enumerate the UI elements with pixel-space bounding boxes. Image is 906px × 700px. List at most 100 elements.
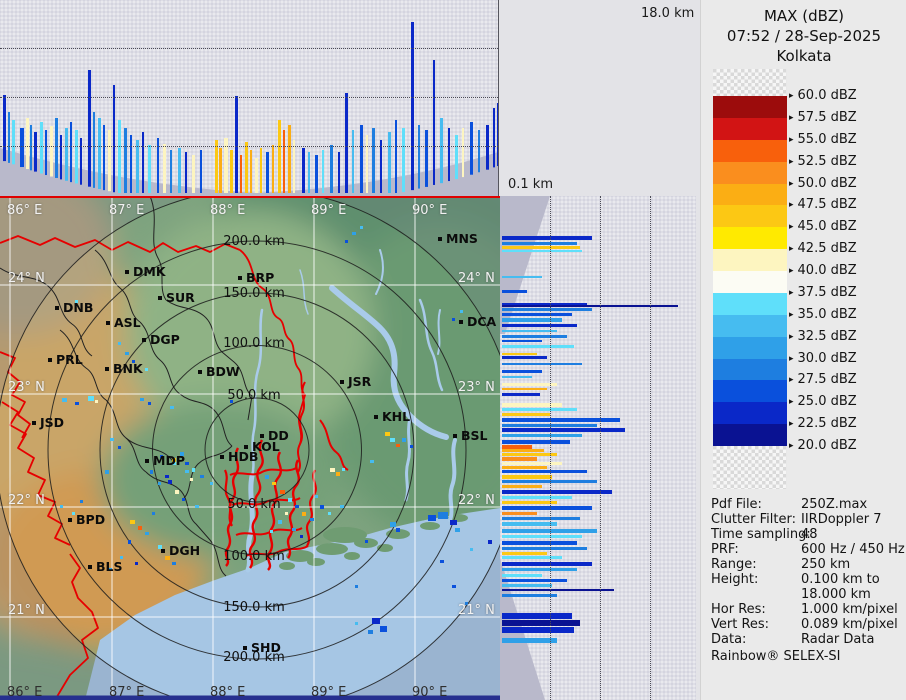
echo-pixel bbox=[270, 530, 273, 533]
profile-bar bbox=[502, 466, 547, 469]
swatch-color bbox=[713, 271, 787, 293]
profile-bar bbox=[433, 60, 435, 185]
echo-pixel bbox=[315, 495, 318, 498]
metadata-label: Data: bbox=[711, 632, 747, 647]
profile-bar bbox=[502, 246, 580, 249]
metadata-value: 0.089 km/pixel bbox=[801, 617, 898, 632]
profile-bar bbox=[418, 125, 420, 189]
echo-pixel bbox=[120, 556, 123, 559]
echo-pixel bbox=[95, 400, 98, 403]
profile-bar bbox=[283, 130, 285, 193]
metadata-row: Data: Radar Data bbox=[701, 632, 906, 647]
metadata-value: 600 Hz / 450 Hz bbox=[801, 542, 905, 557]
echo-pixel bbox=[175, 490, 179, 494]
echo-pixel bbox=[292, 528, 296, 531]
profile-bar bbox=[502, 305, 678, 307]
swatch-color bbox=[713, 183, 787, 206]
profile-bar bbox=[425, 130, 428, 187]
profile-bar bbox=[502, 517, 580, 520]
city-dot bbox=[453, 434, 457, 438]
echo-pixel bbox=[60, 505, 63, 508]
legend-level-label: ▸ 45.0 dBZ bbox=[789, 219, 857, 235]
city-dot bbox=[459, 320, 463, 324]
echo-pixel bbox=[165, 475, 169, 478]
legend-scale bbox=[713, 69, 787, 489]
profile-bar bbox=[462, 128, 464, 178]
profile-bar bbox=[502, 370, 542, 373]
echo-pixel bbox=[452, 318, 455, 321]
echo-pixel bbox=[160, 455, 163, 458]
profile-bar bbox=[502, 584, 552, 587]
profile-bar bbox=[330, 145, 333, 193]
profile-bar bbox=[50, 126, 53, 177]
city-dot bbox=[125, 270, 129, 274]
echo-pixel bbox=[390, 438, 395, 442]
profile-bar bbox=[215, 140, 218, 193]
echo-pixel bbox=[302, 512, 306, 516]
profile-bar bbox=[118, 120, 121, 193]
profile-bar bbox=[352, 130, 354, 193]
profile-bar bbox=[124, 128, 127, 193]
echo-pixel bbox=[372, 618, 380, 624]
echo-pixel bbox=[182, 498, 185, 501]
echo-pixel bbox=[158, 482, 161, 485]
radar-map-panel[interactable]: 86° E 86° E 87° E 87° E 88° E 88° E 89° E 89° E… bbox=[0, 196, 500, 700]
echo-pixel bbox=[385, 432, 390, 436]
city-dot bbox=[374, 415, 378, 419]
height-axis-max-label: 18.0 km bbox=[641, 6, 695, 21]
profile-bar bbox=[288, 125, 291, 193]
level-arrow-icon: ▸ bbox=[789, 91, 794, 101]
echo-pixel bbox=[138, 526, 142, 530]
profile-bar bbox=[502, 522, 557, 526]
profile-bar bbox=[502, 376, 532, 378]
profile-bar bbox=[266, 152, 269, 193]
map-bottom-border bbox=[0, 695, 500, 700]
metadata-value: IIRDoppler 7 bbox=[801, 512, 882, 527]
profile-bar bbox=[502, 496, 572, 499]
city-dot bbox=[32, 421, 36, 425]
metadata-value: 0.100 km to bbox=[801, 572, 880, 587]
echo-pixel bbox=[172, 562, 176, 565]
echo-pixel bbox=[336, 472, 340, 476]
level-arrow-icon: ▸ bbox=[789, 266, 794, 276]
profile-bar bbox=[502, 512, 537, 515]
metadata-row: PRF: 600 Hz / 450 Hz bbox=[701, 542, 906, 557]
echo-pixel bbox=[355, 622, 358, 625]
level-arrow-icon: ▸ bbox=[789, 331, 794, 342]
echo-pixel bbox=[75, 402, 79, 405]
profile-bar bbox=[502, 324, 577, 327]
profile-bar bbox=[502, 506, 592, 510]
swatch-color bbox=[713, 292, 787, 315]
echo-pixel bbox=[62, 398, 67, 402]
profile-bar bbox=[366, 135, 368, 193]
profile-bar bbox=[502, 413, 550, 416]
profile-bar bbox=[448, 128, 450, 182]
metadata-label: Time sampling: bbox=[711, 527, 811, 542]
profile-bar bbox=[502, 340, 542, 342]
profile-bar bbox=[230, 150, 233, 193]
city-dot bbox=[244, 445, 248, 449]
legend-level-label: ▸ 40.0 dBZ bbox=[789, 263, 857, 278]
legend-level-label: ▸ 57.5 dBZ bbox=[789, 109, 857, 125]
legend-level-label: ▸ 52.5 dBZ bbox=[789, 153, 857, 169]
profile-bar bbox=[80, 138, 82, 185]
profile-bar bbox=[502, 453, 557, 456]
profile-bar bbox=[502, 408, 577, 411]
top-height-profile-panel bbox=[0, 0, 499, 196]
profile-bar bbox=[380, 140, 382, 193]
swatch-color bbox=[713, 227, 787, 250]
metadata-value: 250 km bbox=[801, 557, 851, 572]
profile-bar bbox=[30, 125, 32, 171]
level-arrow-icon: ▸ bbox=[789, 244, 794, 255]
profile-bar bbox=[502, 579, 567, 582]
profile-bar bbox=[502, 345, 574, 348]
echo-pixel bbox=[88, 396, 94, 401]
profile-bar bbox=[440, 118, 443, 184]
profile-bar bbox=[502, 335, 567, 338]
profile-bar bbox=[502, 562, 592, 566]
profile-bar bbox=[163, 144, 166, 193]
echo-pixel bbox=[165, 556, 170, 560]
echo-pixel bbox=[192, 468, 195, 472]
level-arrow-icon: ▸ bbox=[789, 375, 794, 386]
swatch-color bbox=[713, 380, 787, 403]
